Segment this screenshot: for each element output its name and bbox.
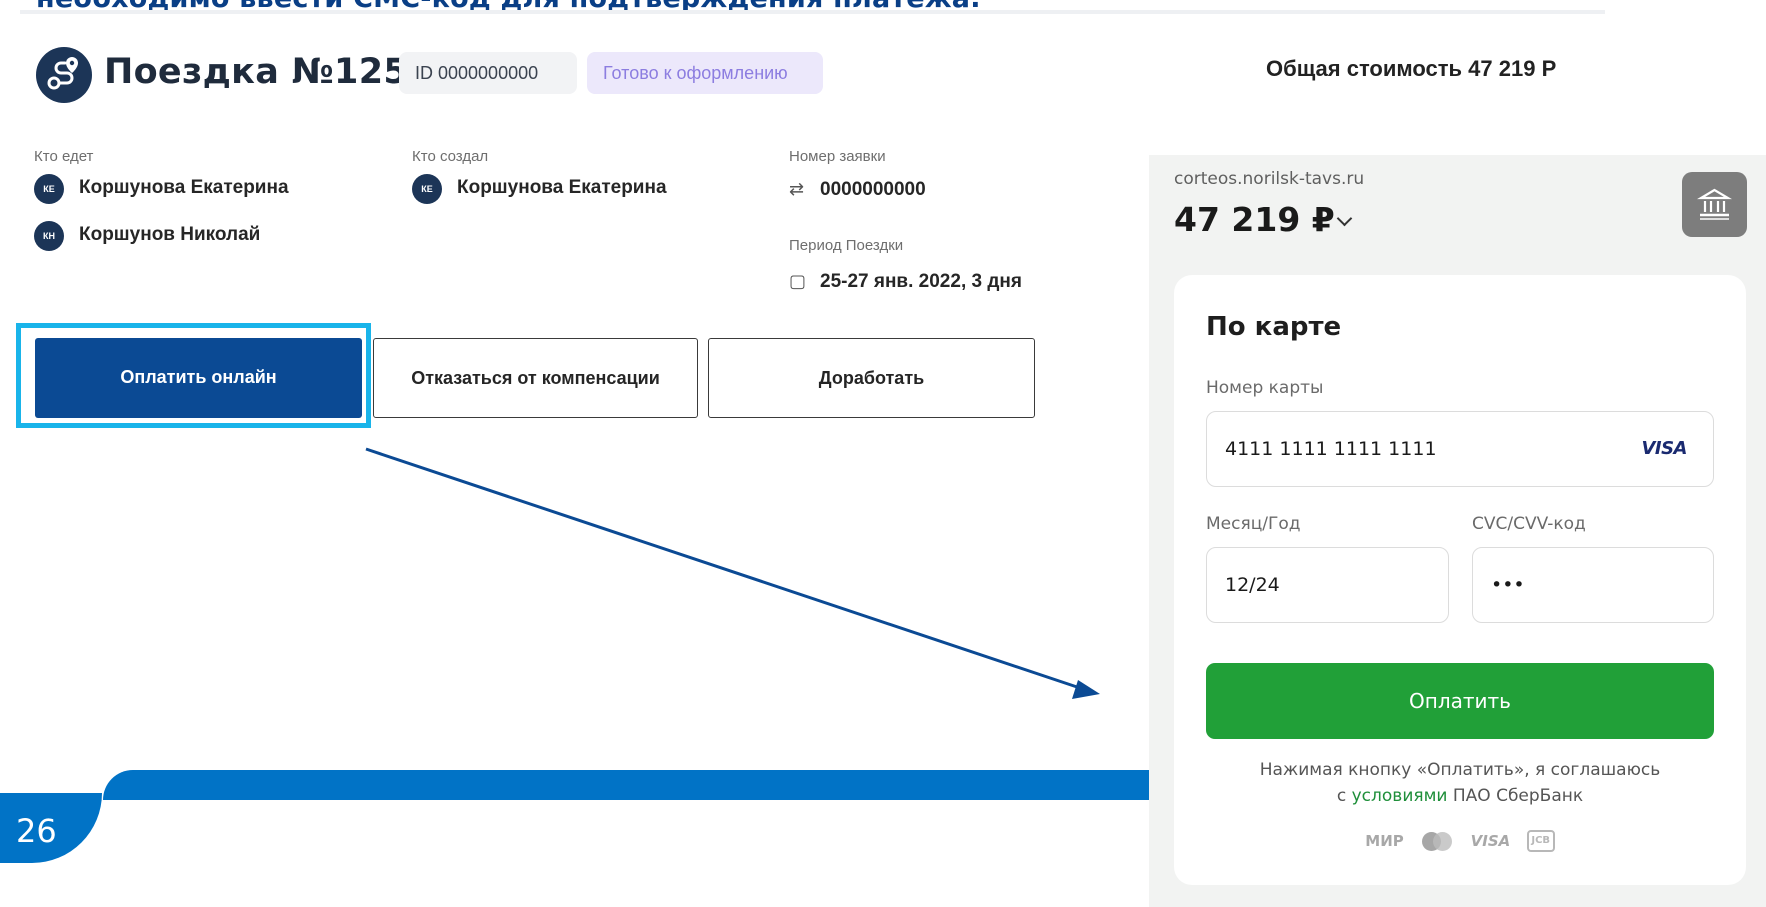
creator-label: Кто создал: [412, 148, 489, 165]
period-value: 25-27 янв. 2022, 3 дня: [820, 271, 1022, 292]
chevron-down-icon[interactable]: [1336, 210, 1353, 227]
creator-name: Коршунова Екатерина: [457, 177, 667, 198]
route-icon: [36, 47, 92, 103]
mir-logo-icon: МИР: [1365, 832, 1404, 850]
slide-footer-band: [103, 770, 1163, 800]
card-number-field[interactable]: 4111 1111 1111 1111 VISA: [1206, 411, 1714, 487]
request-label: Номер заявки: [789, 148, 886, 165]
period-label: Период Поездки: [789, 237, 904, 254]
merchant-domain: corteos.norilsk-tavs.ru: [1174, 169, 1365, 189]
avatar: КН: [34, 221, 64, 251]
traveler-name: Коршунова Екатерина: [79, 177, 289, 198]
rework-button[interactable]: Доработать: [708, 338, 1035, 418]
payment-brands: МИР VISA JCB: [1174, 830, 1746, 852]
calendar-icon: ▢: [789, 271, 807, 291]
expiry-value: 12/24: [1225, 574, 1280, 596]
cvc-value: •••: [1491, 574, 1525, 596]
payment-amount: 47 219 ₽: [1174, 200, 1335, 239]
terms-suffix: ПАО СберБанк: [1447, 786, 1584, 806]
period-row: ▢ 25-27 янв. 2022, 3 дня: [789, 268, 1089, 298]
card-payment-form: По карте Номер карты 4111 1111 1111 1111…: [1174, 275, 1746, 885]
refuse-compensation-button[interactable]: Отказаться от компенсации: [373, 338, 698, 418]
creator-item[interactable]: КЕ Коршунова Екатерина: [412, 172, 742, 204]
terms-link[interactable]: условиями: [1352, 786, 1448, 806]
travelers-label: Кто едет: [34, 148, 94, 165]
avatar: КЕ: [34, 174, 64, 204]
pay-online-button[interactable]: Оплатить онлайн: [35, 338, 362, 418]
bank-icon[interactable]: [1682, 172, 1747, 237]
expiry-label: Месяц/Год: [1206, 514, 1301, 534]
trip-title: Поездка №1257: [104, 52, 433, 92]
cvc-label: CVC/CVV-код: [1472, 514, 1586, 534]
exchange-icon: ⇄: [789, 179, 805, 199]
avatar: КЕ: [412, 174, 442, 204]
terms-prefix: с: [1336, 786, 1352, 806]
payment-panel: corteos.norilsk-tavs.ru 47 219 ₽ По карт…: [1149, 155, 1766, 907]
traveler-name: Коршунов Николай: [79, 224, 261, 245]
request-number: 0000000000: [820, 179, 926, 200]
terms-line-2: с условиями ПАО СберБанк: [1174, 786, 1746, 806]
traveler-item[interactable]: КН Коршунов Николай: [34, 219, 364, 251]
pay-submit-button[interactable]: Оплатить: [1206, 663, 1714, 739]
divider: [20, 10, 1605, 14]
request-number-row: ⇄ 0000000000: [789, 176, 1049, 206]
mastercard-logo-icon: [1420, 830, 1454, 852]
status-badge: Готово к оформлению: [587, 52, 823, 94]
visa-logo-icon: VISA: [1641, 438, 1687, 459]
card-number-value: 4111 1111 1111 1111: [1225, 438, 1437, 460]
traveler-item[interactable]: КЕ Коршунова Екатерина: [34, 172, 364, 204]
visa-brand-icon: VISA: [1470, 832, 1511, 850]
slide-page-number: 26: [0, 793, 102, 863]
expiry-field[interactable]: 12/24: [1206, 547, 1449, 623]
total-cost: Общая стоимость 47 219 Р: [1266, 56, 1557, 81]
terms-line-1: Нажимая кнопку «Оплатить», я соглашаюсь: [1259, 760, 1661, 780]
jcb-logo-icon: JCB: [1526, 830, 1555, 852]
trip-id-chip: ID 0000000000: [399, 52, 577, 94]
card-number-label: Номер карты: [1206, 378, 1324, 398]
payment-method-title: По карте: [1206, 312, 1342, 342]
cvc-field[interactable]: •••: [1472, 547, 1714, 623]
